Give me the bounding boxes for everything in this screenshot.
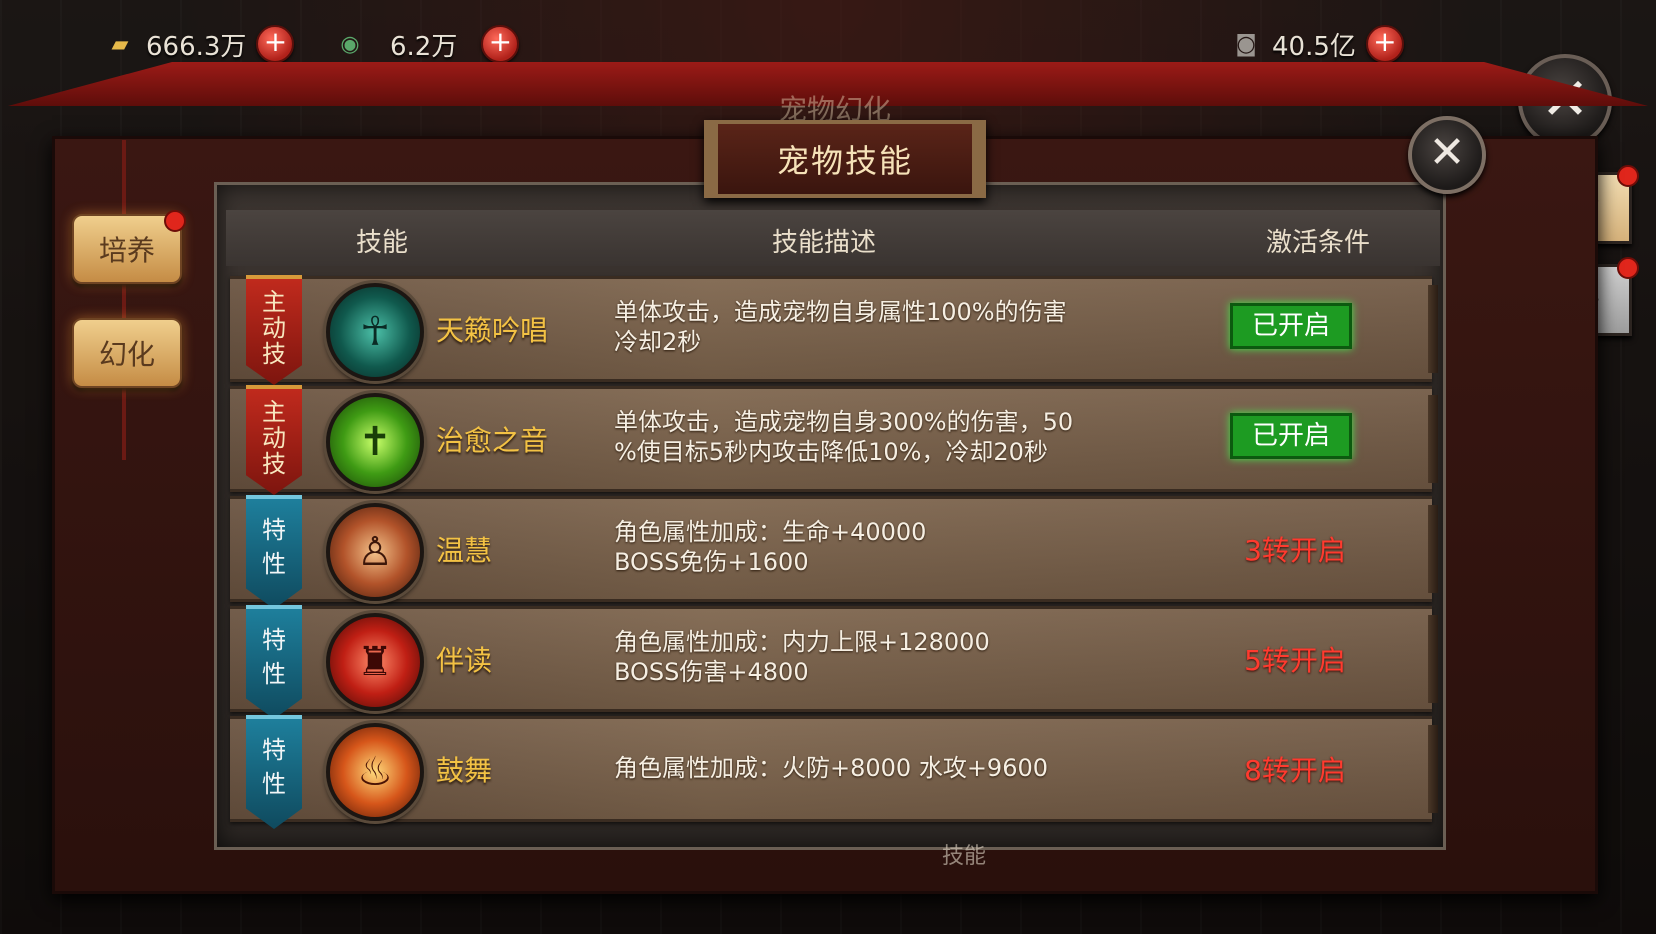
skill-name: 温慧: [436, 534, 493, 567]
resource-gold: ▰ 666.3万 +: [104, 24, 295, 64]
banner-char: 动: [262, 314, 286, 342]
skill-icon-companion[interactable]: ♜: [326, 613, 424, 711]
notification-dot: [1617, 257, 1639, 279]
tab-transform-label: 幻化: [98, 338, 155, 371]
header-skill: 技能: [356, 228, 409, 258]
skill-type-banner: 特 性: [246, 495, 302, 609]
skill-description: 角色属性加成：内力上限+128000 BOSS伤害+4800: [614, 627, 1134, 687]
footer-tab-skill[interactable]: 技能: [930, 838, 998, 869]
skill-description-line: BOSS免伤+1600: [614, 548, 809, 576]
close-icon: ✕: [1428, 127, 1466, 178]
skill-description: 角色属性加成：火防+8000 水攻+9600: [614, 753, 1134, 783]
table-row[interactable]: 特 性 ♜ 伴读 角色属性加成：内力上限+128000 BOSS伤害+4800 …: [230, 605, 1438, 719]
resource-gold-value: 666.3万: [146, 31, 247, 62]
banner-char: 性: [262, 550, 286, 578]
rope-decoration: [122, 140, 126, 460]
resource-jade-value: 6.2万: [390, 31, 458, 62]
skill-description-line: 单体攻击，造成宠物自身属性100%的伤害: [614, 298, 1067, 326]
close-panel-button[interactable]: ✕: [1408, 116, 1486, 194]
skill-description-line: 角色属性加成：火防+8000 水攻+9600: [614, 754, 1049, 782]
skill-name: 伴读: [436, 644, 493, 677]
banner-char: 特: [262, 736, 286, 764]
background-window-title: 宠物幻化: [778, 93, 891, 122]
skill-description-line: BOSS伤害+4800: [614, 658, 809, 686]
banner-char: 性: [262, 770, 286, 798]
cross-icon: ✝: [358, 419, 392, 465]
add-jade-button[interactable]: +: [481, 25, 520, 63]
notification-dot: [1617, 165, 1639, 187]
banner-char: 主: [262, 288, 286, 316]
skill-description: 单体攻击，造成宠物自身300%的伤害，50 %使目标5秒内攻击降低10%，冷却2…: [614, 407, 1134, 467]
table-row[interactable]: 主 动 技 ☥ 天籁吟唱 单体攻击，造成宠物自身属性100%的伤害 冷却2秒 已…: [230, 275, 1438, 385]
skill-icon-heal[interactable]: ✝: [326, 393, 424, 491]
skill-type-banner: 特 性: [246, 605, 302, 719]
banner-char: 主: [262, 398, 286, 426]
activation-condition: 3转开启: [1244, 534, 1346, 567]
table-row[interactable]: 特 性 ♨ 鼓舞 角色属性加成：火防+8000 水攻+9600 8转开启: [230, 715, 1438, 829]
skill-type-banner: 主 动 技: [246, 385, 302, 495]
activation-condition: 5转开启: [1244, 644, 1346, 677]
banner-char: 性: [262, 660, 286, 688]
skill-description-line: %使目标5秒内攻击降低10%，冷却20秒: [614, 438, 1048, 466]
resource-jade: ◉ 6.2万 +: [334, 24, 520, 64]
skill-name: 治愈之音: [436, 424, 549, 457]
figure-icon: ♙: [357, 529, 393, 575]
skill-name: 天籁吟唱: [436, 314, 549, 347]
add-coin-button[interactable]: +: [1365, 25, 1404, 63]
skill-type-banner: 特 性: [246, 715, 302, 829]
activation-status-badge: 已开启: [1230, 303, 1352, 349]
table-row[interactable]: 主 动 技 ✝ 治愈之音 单体攻击，造成宠物自身300%的伤害，50 %使目标5…: [230, 385, 1438, 495]
header-condition: 激活条件: [1266, 228, 1371, 258]
banner-char: 特: [262, 626, 286, 654]
notification-dot: [164, 210, 186, 232]
resource-coin: ◙ 40.5亿 +: [1230, 24, 1404, 64]
banner-char: 特: [262, 516, 286, 544]
coin-icon: ◙: [1235, 31, 1257, 57]
skill-icon-singer[interactable]: ☥: [326, 283, 424, 381]
skill-icon-inspire[interactable]: ♨: [326, 723, 424, 821]
skill-type-banner: 主 动 技: [246, 275, 302, 385]
silhouette-icon: ☥: [360, 309, 390, 355]
activation-condition: 8转开启: [1244, 754, 1346, 787]
panel-title-text: 宠物技能: [776, 142, 913, 180]
skill-description-line: 单体攻击，造成宠物自身300%的伤害，50: [614, 408, 1074, 436]
gold-ingot-icon: ▰: [111, 31, 129, 57]
skill-description: 单体攻击，造成宠物自身属性100%的伤害 冷却2秒: [614, 297, 1134, 357]
tab-train-label: 培养: [98, 234, 155, 267]
header-description: 技能描述: [772, 228, 877, 258]
jade-icon: ◉: [340, 31, 360, 57]
banner-char: 动: [262, 424, 286, 452]
muscle-figure-icon: ♜: [357, 639, 393, 685]
activation-status-badge: 已开启: [1230, 413, 1352, 459]
banner-char: 技: [262, 340, 286, 368]
resource-coin-value: 40.5亿: [1272, 31, 1356, 62]
add-gold-button[interactable]: +: [256, 25, 295, 63]
skill-description: 角色属性加成：生命+40000 BOSS免伤+1600: [614, 517, 1134, 577]
panel-title: 宠物技能: [704, 120, 986, 198]
table-row[interactable]: 特 性 ♙ 温慧 角色属性加成：生命+40000 BOSS免伤+1600 3转开…: [230, 495, 1438, 609]
tab-train[interactable]: 培养: [72, 210, 186, 284]
skill-description-line: 冷却2秒: [614, 328, 702, 356]
skill-description-line: 角色属性加成：内力上限+128000: [614, 628, 990, 656]
skill-icon-wisdom[interactable]: ♙: [326, 503, 424, 601]
tab-transform[interactable]: 幻化: [72, 318, 182, 388]
skill-name: 鼓舞: [436, 754, 493, 787]
banner-char: 技: [262, 450, 286, 478]
table-header: 技能 技能描述 激活条件: [226, 210, 1440, 266]
flame-figure-icon: ♨: [357, 749, 393, 795]
skill-description-line: 角色属性加成：生命+40000: [614, 518, 927, 546]
